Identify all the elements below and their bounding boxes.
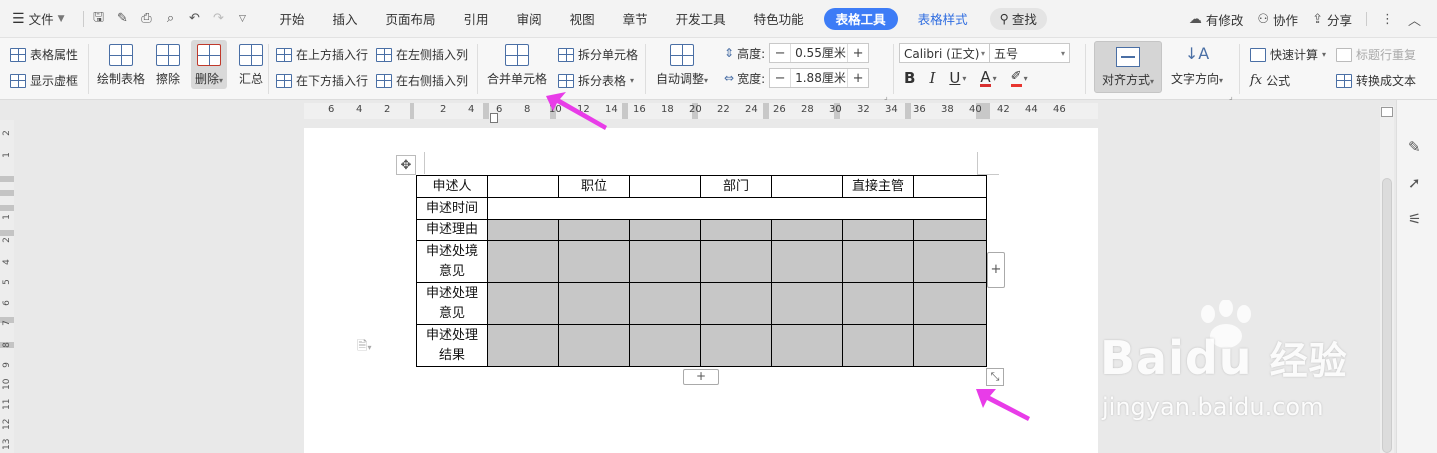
annotation-arrow-resize [976,389,1030,421]
annotation-arrows [546,92,1030,421]
annotation-arrow-merge [546,92,607,130]
watermark-brand: Baidu 经验 [1100,330,1348,385]
watermark-brand-en: Baidu [1100,331,1253,385]
watermark-brand-cn: 经验 [1269,339,1348,383]
watermark-url: jingyan.baidu.com [1102,393,1324,421]
